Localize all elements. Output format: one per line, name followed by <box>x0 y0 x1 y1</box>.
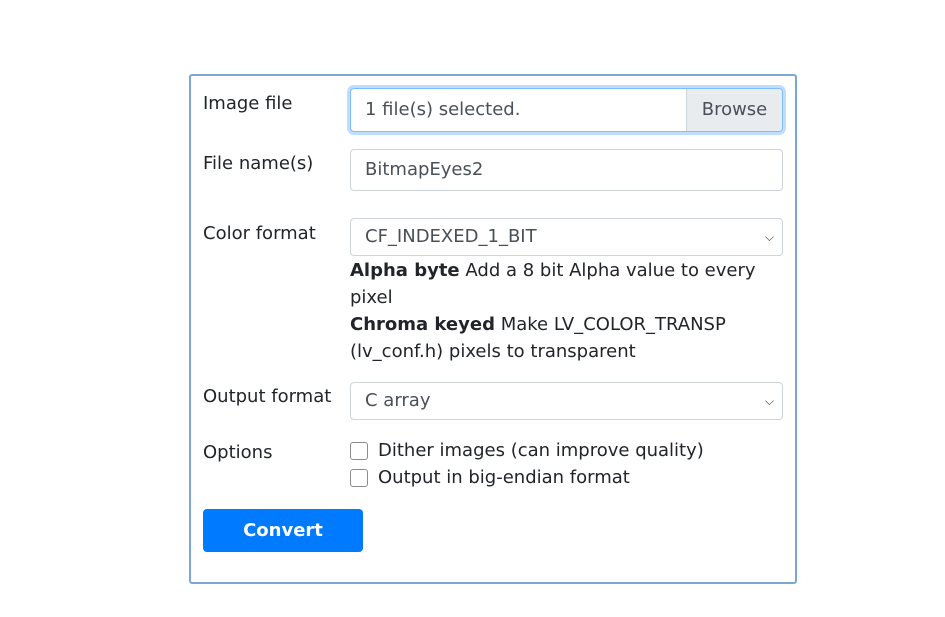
big-endian-checkbox[interactable] <box>350 468 368 487</box>
color-format-help-alpha: Alpha byte Add a 8 bit Alpha value to ev… <box>350 257 770 311</box>
file-name-label: File name(s) <box>203 153 314 174</box>
big-endian-option[interactable]: Output in big-endian format <box>350 464 630 491</box>
color-format-label: Color format <box>203 223 316 244</box>
chevron-down-icon: ⌵ <box>764 230 774 244</box>
big-endian-option-label: Output in big-endian format <box>378 467 630 488</box>
chevron-down-icon: ⌵ <box>764 394 774 408</box>
options-label: Options <box>203 442 273 463</box>
output-format-value: C array <box>365 390 431 411</box>
output-format-select[interactable]: C array ⌵ <box>350 382 783 420</box>
image-file-label: Image file <box>203 93 293 114</box>
color-format-help-chroma: Chroma keyed Make LV_COLOR_TRANSP (lv_co… <box>350 311 770 365</box>
output-format-label: Output format <box>203 386 332 407</box>
browse-button[interactable]: Browse <box>686 89 782 131</box>
image-file-input[interactable]: 1 file(s) selected. Browse <box>350 88 783 132</box>
color-format-value: CF_INDEXED_1_BIT <box>365 226 537 247</box>
converter-form: Image file 1 file(s) selected. Browse Fi… <box>189 74 797 584</box>
help-term: Alpha byte <box>350 260 460 281</box>
dither-checkbox[interactable] <box>350 441 368 460</box>
dither-option-label: Dither images (can improve quality) <box>378 440 704 461</box>
color-format-select[interactable]: CF_INDEXED_1_BIT ⌵ <box>350 218 783 256</box>
file-selection-status: 1 file(s) selected. <box>365 99 521 120</box>
convert-button[interactable]: Convert <box>203 509 363 552</box>
dither-option[interactable]: Dither images (can improve quality) <box>350 437 704 464</box>
help-term: Chroma keyed <box>350 314 495 335</box>
file-name-input[interactable]: BitmapEyes2 <box>350 149 783 191</box>
